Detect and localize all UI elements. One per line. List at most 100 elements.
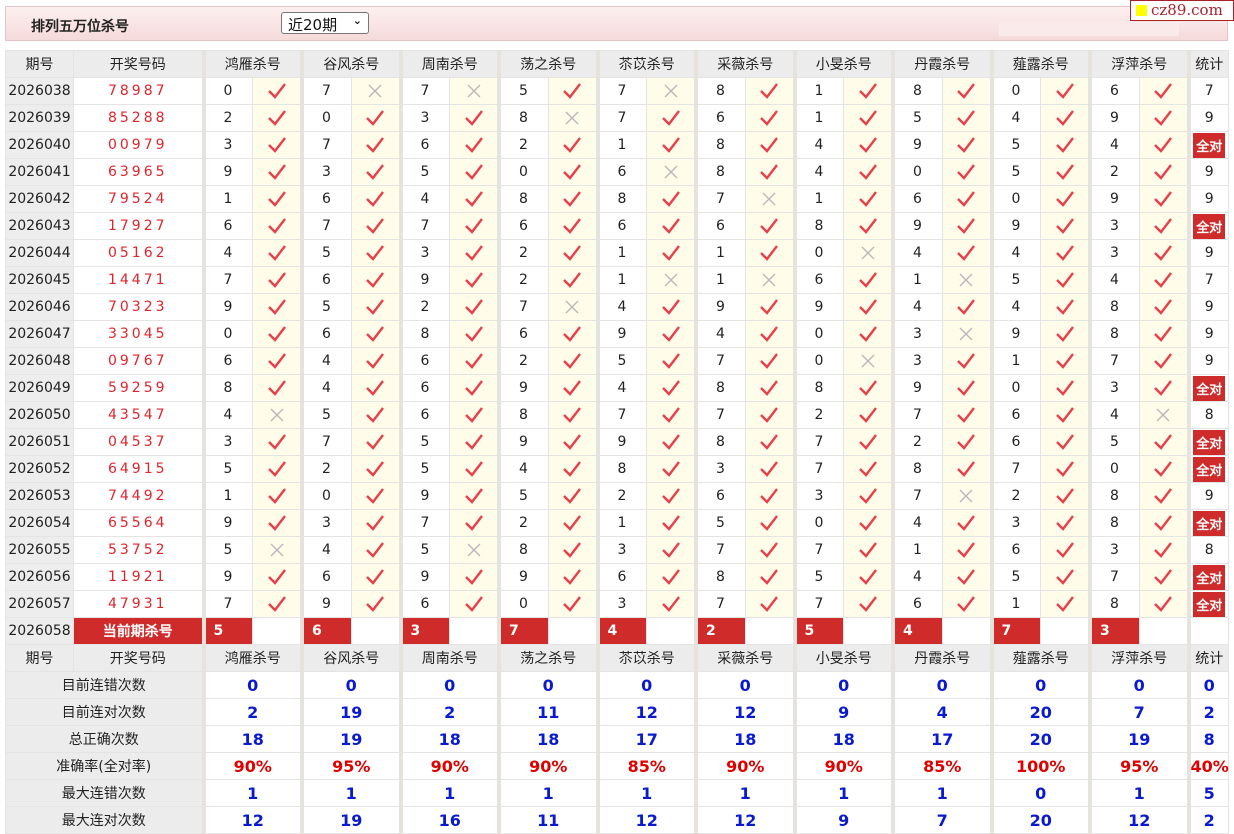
kill-number-cell: 3 xyxy=(595,590,648,618)
check-icon xyxy=(366,542,385,558)
summary-value: 2 xyxy=(398,698,500,726)
site-logo[interactable]: cz89.com xyxy=(1130,0,1234,21)
result-mark-cell xyxy=(843,212,894,240)
result-mark-cell xyxy=(252,482,303,510)
draw-number-cell: 05162 xyxy=(73,239,204,267)
result-mark-cell xyxy=(843,239,894,267)
table-row: 2026057 47931 7 9 6 0 3 7 7 6 1 8 全对 xyxy=(5,590,1229,618)
check-icon xyxy=(1154,299,1173,315)
result-mark-cell xyxy=(449,509,500,537)
period-cell: 2026045 xyxy=(5,266,74,294)
period-range-select[interactable]: 近20期 ⌄ xyxy=(281,12,369,34)
check-icon xyxy=(563,542,582,558)
check-icon xyxy=(1154,488,1173,504)
kill-number-cell: 7 xyxy=(693,536,746,564)
logo-text: cz89.com xyxy=(1151,1,1223,19)
result-mark-cell xyxy=(1040,482,1091,510)
result-mark-cell xyxy=(744,455,796,483)
kill-number-cell: 9 xyxy=(299,590,352,618)
check-icon xyxy=(563,380,582,396)
kill-number-cell: 6 xyxy=(299,563,352,591)
period-cell: 2026051 xyxy=(5,428,74,456)
kill-number-cell: 1 xyxy=(792,185,845,213)
all-correct-badge: 全对 xyxy=(1193,213,1226,239)
col-header-predictor: 荡之杀号 xyxy=(497,50,598,78)
result-mark-cell xyxy=(1138,77,1190,105)
draw-number-cell: 85288 xyxy=(73,104,204,132)
summary-value: 1 xyxy=(398,779,500,807)
result-mark-cell xyxy=(1138,347,1190,375)
result-mark-cell xyxy=(1138,374,1190,402)
check-icon xyxy=(957,407,976,423)
check-icon xyxy=(1154,569,1173,585)
result-mark-cell xyxy=(350,347,402,375)
check-icon xyxy=(858,299,877,315)
check-icon xyxy=(1154,542,1173,558)
result-mark-cell xyxy=(547,320,599,348)
kill-number-cell: 6 xyxy=(989,428,1042,456)
stat-value: 9 xyxy=(1204,164,1214,180)
check-icon xyxy=(267,380,286,396)
check-icon xyxy=(760,218,779,234)
kill-number-cell: 1 xyxy=(890,536,943,564)
col-header-predictor: 丹霞杀号 xyxy=(891,50,992,78)
all-correct-badge: 全对 xyxy=(1193,375,1226,401)
summary-value: 0 xyxy=(300,671,401,699)
kill-number-cell: 2 xyxy=(1087,158,1140,186)
summary-value: 90% xyxy=(201,752,303,780)
kill-number-cell: 4 xyxy=(989,104,1042,132)
header-row: 期号 开奖号码 鸿雁杀号 谷风杀号 周南杀号 荡之杀号 苶苡杀号 采薇杀号 小旻杀号 丹霞杀号 薤露… xyxy=(5,50,1229,78)
empty-cell xyxy=(547,617,599,645)
kill-number-cell: 5 xyxy=(693,509,746,537)
check-icon xyxy=(464,245,483,261)
stat-cell: 全对 xyxy=(1186,374,1229,402)
table-row: 2026052 64915 5 2 5 4 8 3 7 8 7 0 全对 xyxy=(5,455,1229,483)
cross-icon xyxy=(762,273,776,287)
kill-number-cell: 7 xyxy=(890,401,943,429)
kill-number-cell: 3 xyxy=(890,347,943,375)
kill-number-cell: 5 xyxy=(299,401,352,429)
kill-number-cell: 1 xyxy=(792,104,845,132)
check-icon xyxy=(858,191,877,207)
kill-number-cell: 3 xyxy=(1087,536,1140,564)
result-mark-cell xyxy=(1040,266,1091,294)
summary-label: 最大连错次数 xyxy=(5,779,204,807)
all-correct-badge: 全对 xyxy=(1193,591,1226,617)
result-mark-cell xyxy=(941,590,993,618)
table-row: 2026051 04537 3 7 5 9 9 8 7 2 6 5 全对 xyxy=(5,428,1229,456)
kill-number-cell: 4 xyxy=(1087,131,1140,159)
kill-number-cell: 8 xyxy=(398,320,451,348)
current-kill-number: 7 xyxy=(989,617,1042,645)
check-icon xyxy=(563,407,582,423)
result-mark-cell xyxy=(843,185,894,213)
kill-number-cell: 4 xyxy=(989,239,1042,267)
draw-number-cell: 04537 xyxy=(73,428,204,456)
stat-cell: 9 xyxy=(1186,347,1229,375)
check-icon xyxy=(366,164,385,180)
draw-number-cell: 11921 xyxy=(73,563,204,591)
result-mark-cell xyxy=(252,563,303,591)
current-kill-number: 3 xyxy=(1087,617,1140,645)
result-mark-cell xyxy=(843,77,894,105)
check-icon xyxy=(1055,569,1074,585)
empty-cell xyxy=(449,617,500,645)
result-mark-cell xyxy=(449,239,500,267)
kill-number-cell: 7 xyxy=(595,104,648,132)
result-mark-cell xyxy=(843,320,894,348)
result-mark-cell xyxy=(744,401,796,429)
result-mark-cell xyxy=(547,185,599,213)
cross-icon xyxy=(959,327,973,341)
check-icon xyxy=(366,110,385,126)
check-icon xyxy=(661,110,680,126)
kill-number-cell: 0 xyxy=(792,347,845,375)
check-icon xyxy=(464,515,483,531)
check-icon xyxy=(267,326,286,342)
check-icon xyxy=(957,164,976,180)
result-mark-cell xyxy=(1138,401,1190,429)
kill-number-cell: 4 xyxy=(201,401,254,429)
stat-cell: 9 xyxy=(1186,158,1229,186)
stat-value: 9 xyxy=(1204,299,1214,315)
kill-number-cell: 6 xyxy=(890,185,943,213)
result-mark-cell xyxy=(449,347,500,375)
result-mark-cell xyxy=(941,428,993,456)
